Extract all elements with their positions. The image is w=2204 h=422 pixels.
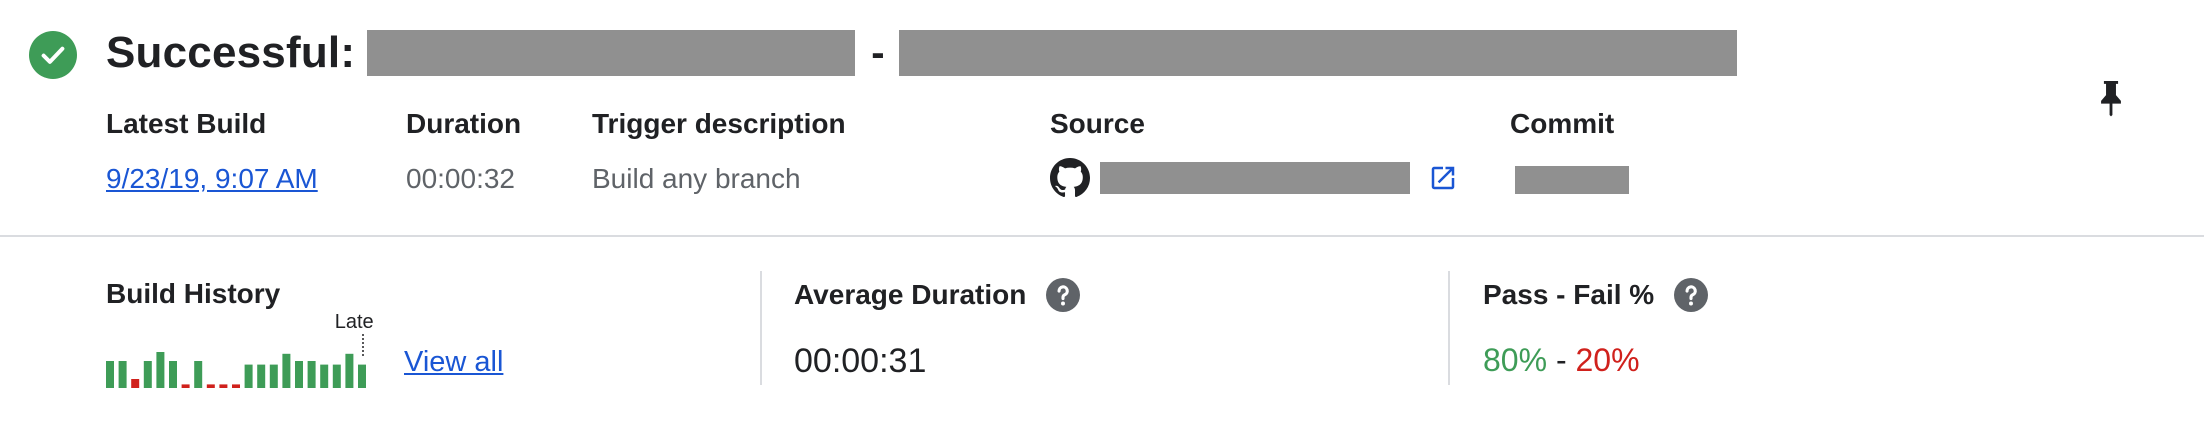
redacted-trigger-name bbox=[367, 30, 856, 76]
history-bar-passed[interactable] bbox=[194, 361, 203, 388]
history-bar-passed[interactable] bbox=[282, 353, 291, 388]
history-bars bbox=[106, 352, 366, 388]
fail-percentage: 20% bbox=[1575, 342, 1640, 378]
stats-separator bbox=[1448, 271, 1450, 385]
average-duration-title-text: Average Duration bbox=[794, 279, 1027, 310]
latest-build-link[interactable]: 9/23/19, 9:07 AM bbox=[106, 163, 318, 195]
history-bar-passed[interactable] bbox=[156, 352, 165, 388]
trigger-description-label: Trigger description bbox=[592, 108, 846, 139]
check-circle-icon bbox=[29, 31, 77, 79]
latest-build-label: Latest Build bbox=[106, 108, 267, 139]
history-bar-passed[interactable] bbox=[332, 364, 341, 388]
section-divider bbox=[0, 235, 2204, 237]
pass-fail-title: Pass - Fail % bbox=[1483, 278, 1709, 312]
view-all-link[interactable]: View all bbox=[404, 346, 503, 379]
history-bar-failed[interactable] bbox=[219, 384, 228, 388]
build-history-chart[interactable]: Latest bbox=[106, 310, 374, 388]
duration-label: Duration bbox=[406, 108, 522, 139]
build-history-title-text: Build History bbox=[106, 278, 281, 309]
trigger-description-value: Build any branch bbox=[592, 163, 801, 194]
stats-separator bbox=[760, 271, 762, 385]
average-duration-value: 00:00:31 bbox=[794, 342, 927, 380]
build-title-row: Successful: - bbox=[106, 28, 1737, 78]
history-bar-passed[interactable] bbox=[295, 361, 303, 388]
average-duration-title: Average Duration bbox=[794, 278, 1081, 312]
history-bar-passed[interactable] bbox=[257, 364, 266, 388]
history-bar-passed[interactable] bbox=[143, 361, 152, 388]
pass-percentage: 80% bbox=[1483, 342, 1548, 378]
history-bar-failed[interactable] bbox=[206, 384, 215, 388]
commit-label: Commit bbox=[1510, 108, 1615, 139]
history-bar-passed[interactable] bbox=[118, 361, 127, 388]
source-label: Source bbox=[1050, 108, 1145, 139]
pass-fail-separator: - bbox=[1547, 342, 1576, 378]
redacted-repository-name bbox=[898, 30, 1737, 76]
build-history-title: Build History bbox=[106, 278, 280, 310]
help-icon[interactable] bbox=[1046, 278, 1081, 312]
history-bar-passed[interactable] bbox=[269, 364, 278, 388]
history-bar-passed[interactable] bbox=[169, 361, 177, 388]
history-bar-failed[interactable] bbox=[131, 379, 140, 388]
source-value bbox=[1050, 158, 1458, 198]
history-bar-failed[interactable] bbox=[181, 384, 190, 388]
pass-fail-title-text: Pass - Fail % bbox=[1483, 279, 1655, 310]
history-bar-passed[interactable] bbox=[320, 364, 329, 388]
duration-value: 00:00:32 bbox=[406, 163, 515, 194]
latest-label: Latest bbox=[335, 311, 374, 333]
history-bar-failed[interactable] bbox=[232, 384, 240, 388]
redacted-commit-sha bbox=[1515, 166, 1629, 194]
open-in-new-icon[interactable] bbox=[1428, 163, 1458, 193]
build-status-title: Successful: bbox=[106, 28, 356, 77]
github-icon bbox=[1050, 158, 1090, 198]
history-bar-passed[interactable] bbox=[307, 361, 316, 388]
pass-fail-value: 80% - 20% bbox=[1483, 342, 1640, 379]
pin-icon[interactable] bbox=[2094, 78, 2128, 118]
title-separator: - bbox=[871, 30, 885, 75]
redacted-source-repo bbox=[1100, 162, 1410, 194]
history-bar-passed[interactable] bbox=[106, 361, 114, 388]
history-bar-passed[interactable] bbox=[358, 364, 366, 388]
history-bar-passed[interactable] bbox=[345, 353, 354, 388]
help-icon[interactable] bbox=[1674, 278, 1709, 312]
checkmark-glyph bbox=[41, 46, 65, 64]
history-bar-passed[interactable] bbox=[244, 364, 253, 388]
